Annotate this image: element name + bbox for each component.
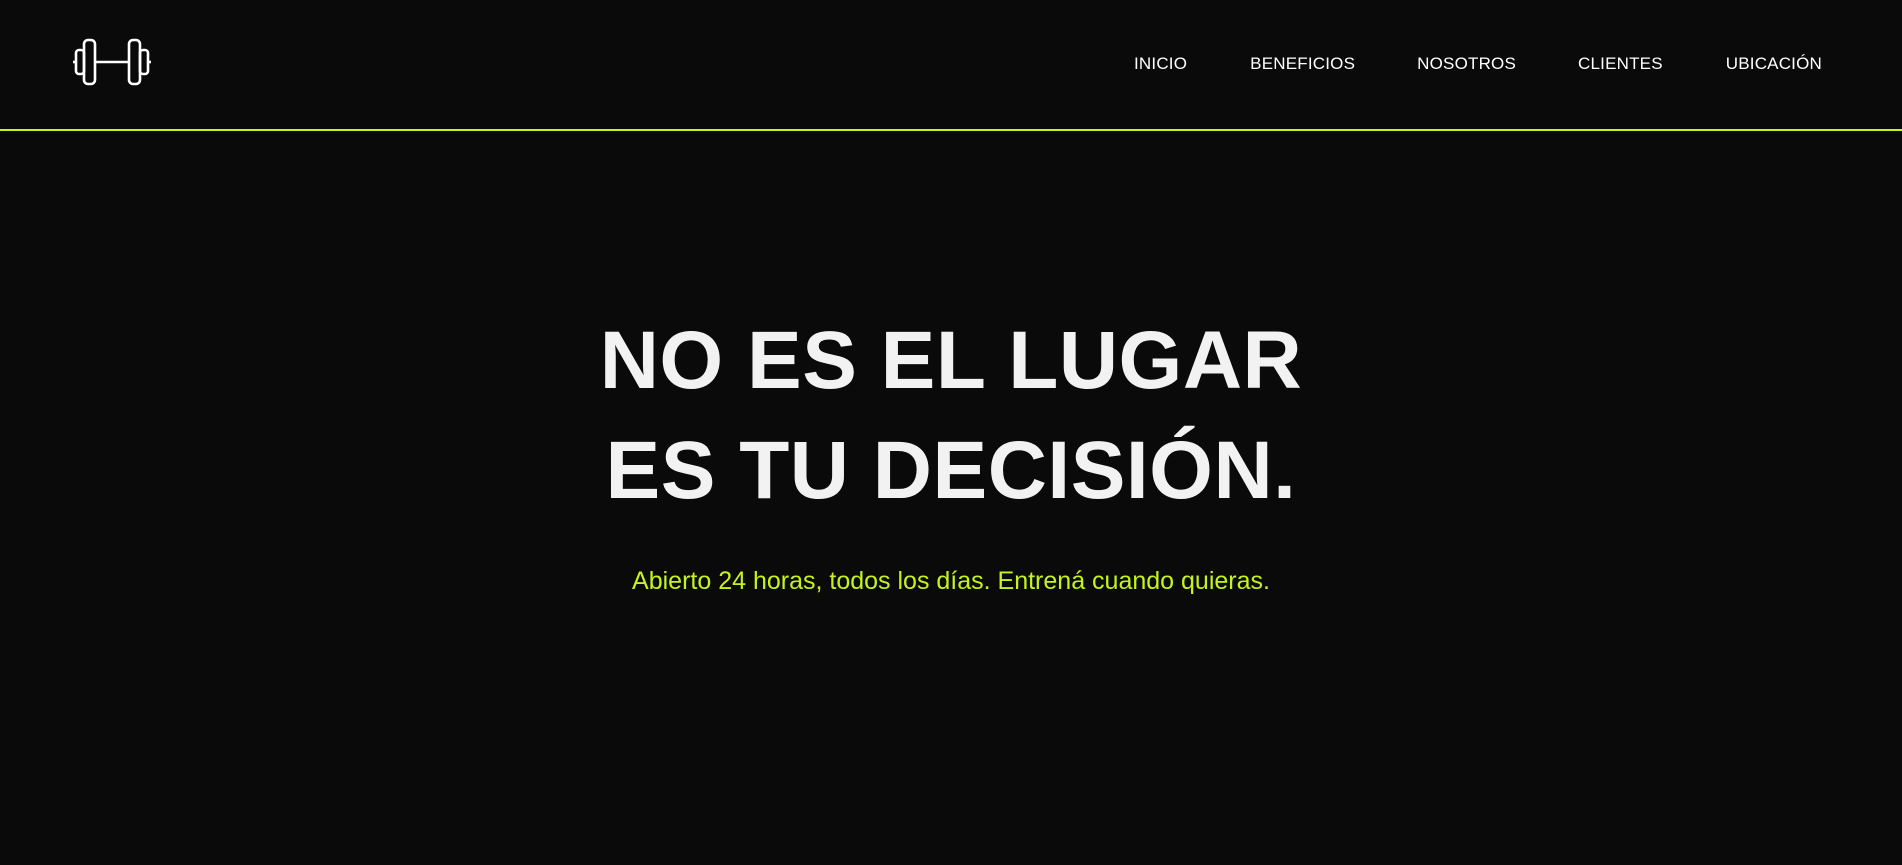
- nav-item-nosotros[interactable]: NOSOTROS: [1417, 54, 1516, 74]
- site-header: INICIO BENEFICIOS NOSOTROS CLIENTES UBIC…: [0, 0, 1902, 131]
- hero-section: NO ES EL LUGAR ES TU DECISIÓN. Abierto 2…: [0, 133, 1902, 865]
- dumbbell-icon: [73, 38, 151, 86]
- hero-title-line-1: NO ES EL LUGAR: [599, 315, 1303, 406]
- hero-title: NO ES EL LUGAR ES TU DECISIÓN.: [0, 306, 1902, 526]
- nav-item-inicio[interactable]: INICIO: [1134, 54, 1187, 74]
- hero-title-line-2: ES TU DECISIÓN.: [605, 425, 1297, 516]
- nav-item-beneficios[interactable]: BENEFICIOS: [1250, 54, 1355, 74]
- logo-link[interactable]: [72, 36, 152, 88]
- nav-item-clientes[interactable]: CLIENTES: [1578, 54, 1663, 74]
- nav-item-ubicacion[interactable]: UBICACIÓN: [1726, 54, 1822, 74]
- main-nav: INICIO BENEFICIOS NOSOTROS CLIENTES UBIC…: [1134, 54, 1822, 74]
- hero-subtitle: Abierto 24 horas, todos los días. Entren…: [632, 567, 1270, 595]
